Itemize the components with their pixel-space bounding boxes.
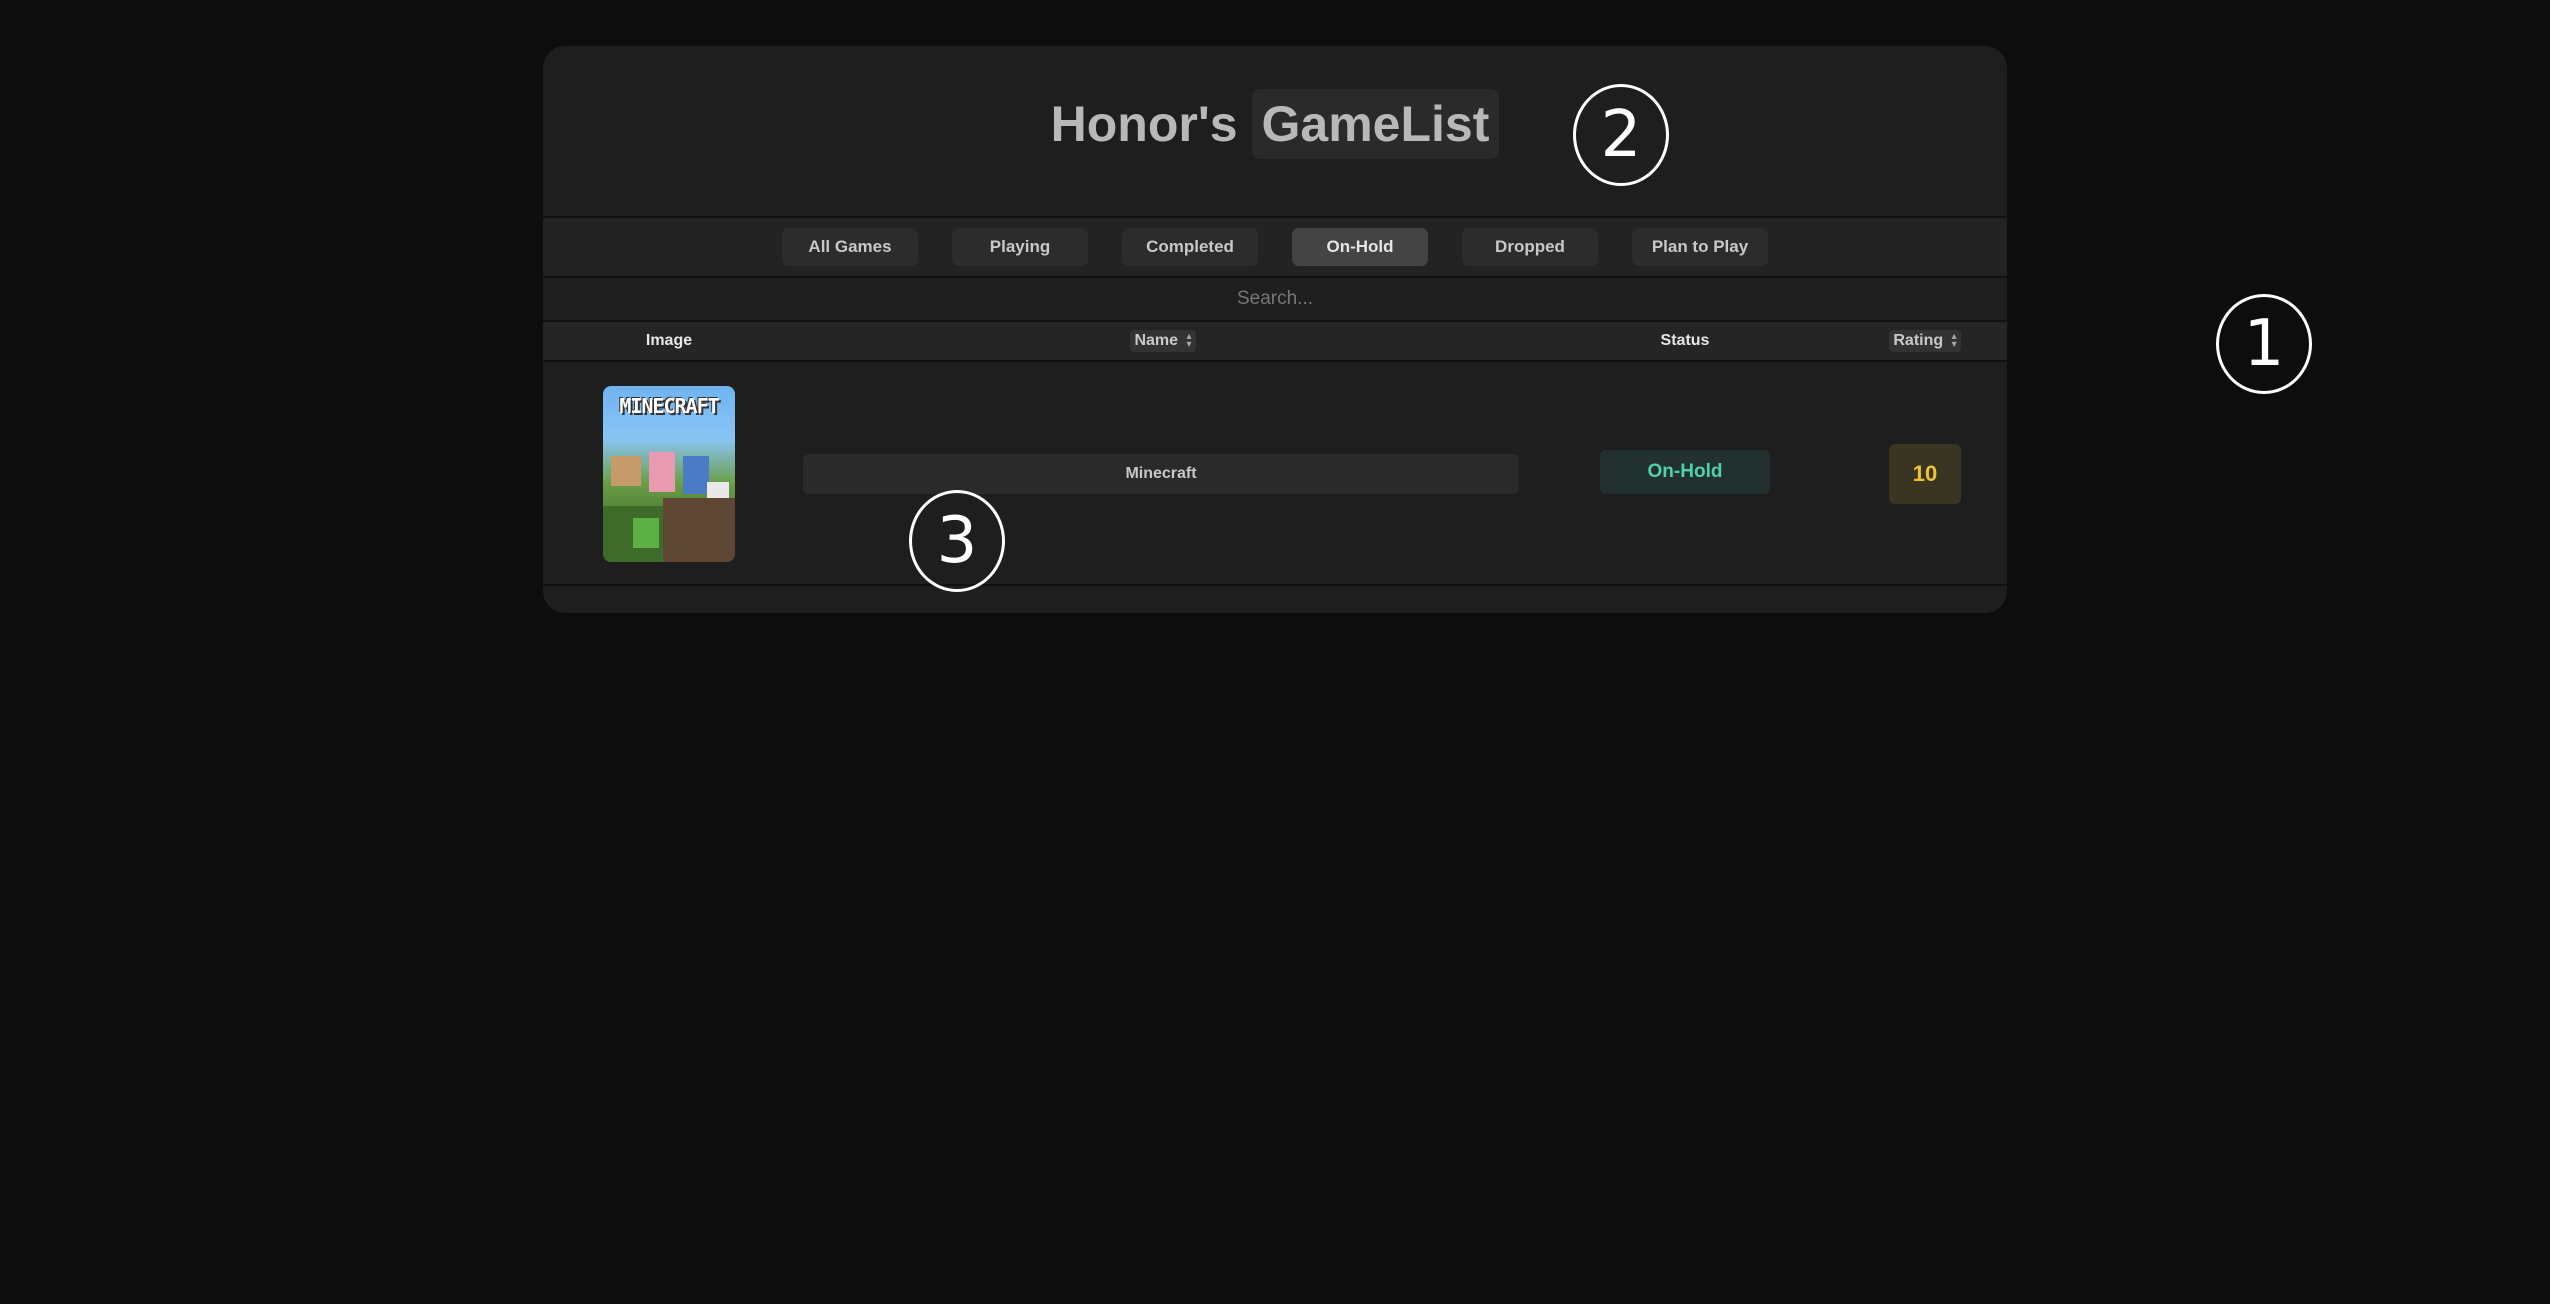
column-header-image-label: Image [645,332,693,349]
column-header-status: Status [1640,322,1730,360]
game-name-cell[interactable]: Minecraft [803,454,1519,494]
cover-terrain [663,498,735,562]
search-input[interactable] [543,277,2007,321]
table-row[interactable]: MINECRAFT Minecraft On-Hold 10 [543,362,2007,586]
page-title: Honor's GameList [1051,89,1500,159]
filter-plan-to-play-button[interactable]: Plan to Play [1632,228,1768,266]
gamelist-panel: Honor's GameList All Games Playing Compl… [543,46,2007,613]
search-bar [543,277,2007,322]
column-header-rating[interactable]: Rating ▴ ▾ [1883,322,1967,360]
cover-character [611,456,641,486]
cover-logo: MINECRAFT [619,394,719,418]
game-cover-image[interactable]: MINECRAFT [603,386,735,562]
filter-dropped-button[interactable]: Dropped [1462,228,1598,266]
column-header-rating-label: Rating [1893,332,1944,349]
column-header-image: Image [603,322,735,360]
column-header-name[interactable]: Name ▴ ▾ [1123,322,1203,360]
rating-badge[interactable]: 10 [1889,444,1961,504]
status-filter-bar: All Games Playing Completed On-Hold Drop… [543,218,2007,278]
cover-character [649,452,675,492]
filter-completed-button[interactable]: Completed [1122,228,1258,266]
column-header-name-label: Name [1134,332,1179,349]
filter-playing-button[interactable]: Playing [952,228,1088,266]
filter-all-games-button[interactable]: All Games [782,228,918,266]
column-header-status-label: Status [1660,332,1710,349]
status-badge[interactable]: On-Hold [1600,450,1770,494]
title-owner: Honor's [1050,96,1238,152]
table-header: Image Name ▴ ▾ Status Rating ▴ ▾ [543,322,2007,362]
cover-creeper [633,518,659,548]
cover-character [683,456,709,494]
annotation-marker-2: 2 [1573,84,1669,186]
title-app-name: GameList [1251,89,1500,159]
sort-updown-icon: ▴ ▾ [1951,330,1957,350]
page-header: Honor's GameList [543,46,2007,218]
annotation-marker-3: 3 [909,490,1005,592]
sort-updown-icon: ▴ ▾ [1186,330,1192,350]
annotation-marker-1: 1 [2216,294,2312,394]
filter-on-hold-button[interactable]: On-Hold [1292,228,1428,266]
